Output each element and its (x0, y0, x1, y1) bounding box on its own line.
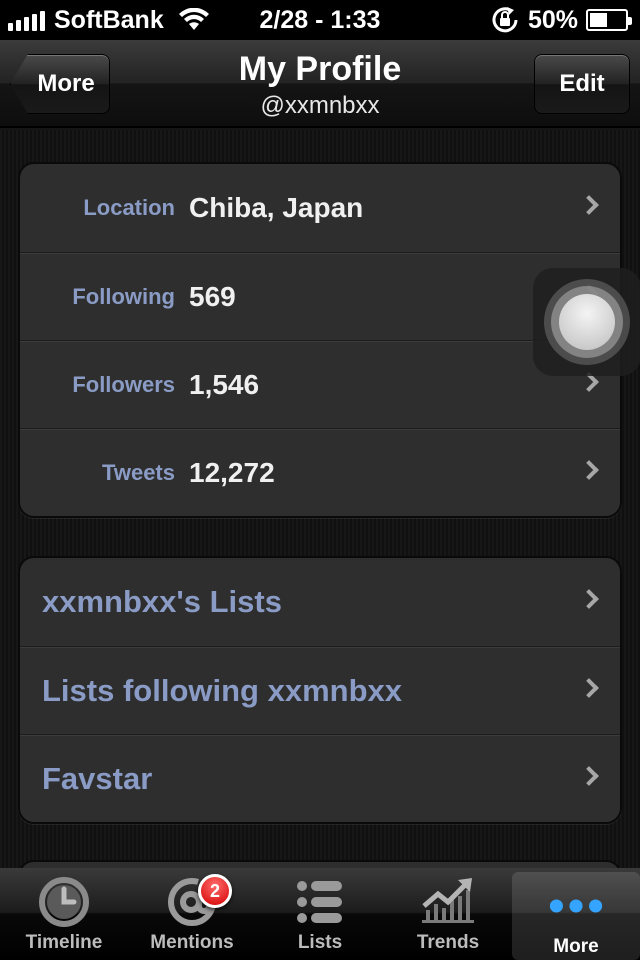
followers-row[interactable]: Followers 1,546 (20, 340, 620, 428)
location-row[interactable]: Location Chiba, Japan (20, 164, 620, 252)
carrier-name: SoftBank (54, 5, 164, 34)
tab-trends[interactable]: Trends (384, 868, 512, 960)
tab-lists[interactable]: Lists (256, 868, 384, 960)
chevron-right-icon (579, 678, 599, 698)
navigation-bar: More My Profile @xxmnbxx Edit (0, 40, 640, 128)
profile-info-group: Location Chiba, Japan Following 569 Foll… (18, 162, 622, 518)
content-area[interactable]: Location Chiba, Japan Following 569 Foll… (0, 130, 640, 870)
row-label: Followers (72, 371, 175, 397)
tab-label: Trends (416, 932, 480, 953)
tab-label: Mentions (150, 932, 234, 953)
battery-fill (590, 13, 607, 27)
assistive-touch-inner-ring (551, 286, 623, 358)
row-label: Location (83, 195, 175, 220)
list-icon (292, 874, 348, 930)
mentions-badge: 2 (198, 874, 232, 908)
favstar-row[interactable]: Favstar (20, 734, 620, 822)
tab-mentions[interactable]: Mentions 2 (128, 868, 256, 960)
row-value: Chiba, Japan (189, 192, 364, 223)
edit-button[interactable]: Edit (534, 54, 630, 114)
row-label: Following (72, 283, 175, 309)
lists-following-row[interactable]: Lists following xxmnbxx (20, 646, 620, 734)
row-link-label: xxmnbxx's Lists (42, 584, 282, 619)
lists-group: xxmnbxx's Lists Lists following xxmnbxx … (18, 556, 622, 824)
row-label: Tweets (102, 459, 175, 485)
tab-more[interactable]: More (512, 872, 640, 960)
chevron-right-icon (579, 460, 599, 480)
status-bar: SoftBank 2/28 - 1:33 50% (0, 0, 640, 40)
tweets-row[interactable]: Tweets 12,272 (20, 428, 620, 516)
following-row[interactable]: Following 569 (20, 252, 620, 340)
assistive-touch-button[interactable] (533, 268, 640, 376)
clock-icon (36, 874, 92, 930)
row-value: 569 (189, 280, 236, 312)
row-link-label: Lists following xxmnbxx (42, 672, 402, 708)
more-dots-icon (548, 878, 604, 934)
tab-timeline[interactable]: Timeline (0, 868, 128, 960)
tab-label: Timeline (25, 932, 103, 953)
signal-icon (8, 9, 45, 31)
trends-icon (420, 874, 476, 930)
row-link-label: Favstar (42, 760, 153, 796)
assistive-touch-ring (544, 279, 630, 365)
chevron-right-icon (579, 589, 599, 609)
battery-icon (586, 9, 632, 31)
tab-bar: Timeline Mentions 2 Lists Trends More (0, 868, 640, 960)
chevron-right-icon (579, 766, 599, 786)
tab-label: Lists (297, 932, 343, 953)
rotation-lock-icon (492, 7, 518, 33)
row-value: 1,546 (189, 368, 260, 400)
tab-label: More (553, 936, 599, 957)
chevron-right-icon (579, 195, 599, 215)
row-value: 12,272 (189, 456, 275, 488)
battery-percent: 50% (527, 5, 578, 34)
user-lists-row[interactable]: xxmnbxx's Lists (20, 558, 620, 646)
assistive-touch-icon (559, 294, 615, 350)
wifi-icon (178, 8, 209, 30)
